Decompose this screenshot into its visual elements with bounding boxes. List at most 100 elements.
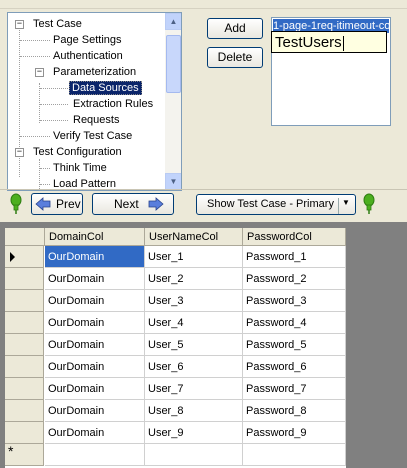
tree-label: Test Case <box>33 18 82 30</box>
tree-node-verify-test-case[interactable]: Verify Test Case <box>51 129 134 144</box>
tree-node-requests[interactable]: Requests <box>71 113 121 128</box>
tree-label: Test Configuration <box>33 146 122 158</box>
scroll-thumb[interactable] <box>166 35 181 93</box>
row-header[interactable] <box>5 290 44 312</box>
grid-cell[interactable]: User_7 <box>145 378 243 400</box>
tree-connector <box>20 40 50 41</box>
divider <box>0 189 407 190</box>
grid-cell[interactable]: User_1 <box>145 246 243 268</box>
navigation-tree[interactable]: − Test Case Page Settings Authentication… <box>7 12 182 191</box>
row-header[interactable] <box>5 422 44 444</box>
tree-connector <box>40 184 50 185</box>
row-header[interactable] <box>5 378 44 400</box>
tree-connector <box>40 88 68 89</box>
tree-connector <box>20 56 50 57</box>
tree-node-data-sources[interactable]: Data Sources <box>69 81 142 96</box>
scroll-down-icon[interactable]: ▼ <box>165 173 181 190</box>
tree-label: Parameterization <box>53 66 137 78</box>
grid-cell[interactable]: OurDomain <box>45 400 145 422</box>
tree-label: Think Time <box>53 162 107 174</box>
tree-connector <box>20 136 50 137</box>
grid-cell[interactable]: OurDomain <box>45 290 145 312</box>
collapse-icon[interactable]: − <box>15 20 24 29</box>
grid-cell[interactable]: Password_9 <box>243 422 346 444</box>
grid-cell[interactable]: User_6 <box>145 356 243 378</box>
lightbulb-icon <box>363 193 375 214</box>
tree-label: Authentication <box>53 50 123 62</box>
grid-cell[interactable]: OurDomain <box>45 268 145 290</box>
grid-cell[interactable]: User_5 <box>145 334 243 356</box>
tree-node-test-configuration[interactable]: − Test Configuration <box>15 145 165 160</box>
grid-cell[interactable]: OurDomain <box>45 356 145 378</box>
new-row-cell[interactable] <box>45 444 145 466</box>
tree-label: Requests <box>73 114 120 126</box>
grid-cell[interactable]: User_2 <box>145 268 243 290</box>
grid-cell[interactable]: Password_1 <box>243 246 346 268</box>
new-row-cell[interactable] <box>243 444 346 466</box>
grid-cell[interactable]: User_3 <box>145 290 243 312</box>
show-test-case-button[interactable]: Show Test Case - Primary ▼ <box>196 194 356 215</box>
grid-cell[interactable]: User_4 <box>145 312 243 334</box>
grid-cell[interactable]: User_8 <box>145 400 243 422</box>
next-label: Next <box>114 197 139 211</box>
grid-cell[interactable]: Password_7 <box>243 378 346 400</box>
grid-cell[interactable]: Password_3 <box>243 290 346 312</box>
next-button[interactable]: Next <box>92 193 174 215</box>
prev-label: Prev <box>56 197 81 211</box>
arrow-right-icon <box>148 197 164 211</box>
tree-node-authentication[interactable]: Authentication <box>51 49 125 64</box>
grid-cell[interactable]: Password_5 <box>243 334 346 356</box>
data-grid[interactable]: DomainCol UserNameCol PasswordCol OurDom… <box>4 228 346 468</box>
row-header[interactable] <box>5 334 44 356</box>
column-header-username[interactable]: UserNameCol <box>145 228 243 246</box>
new-row-icon: * <box>8 443 14 459</box>
delete-button[interactable]: Delete <box>207 47 263 68</box>
dropdown-arrow-icon[interactable]: ▼ <box>342 198 350 207</box>
grid-cell[interactable]: User_9 <box>145 422 243 444</box>
row-header[interactable] <box>5 268 44 290</box>
tree-label: Extraction Rules <box>73 98 154 110</box>
grid-corner <box>5 228 45 246</box>
tree-label: Verify Test Case <box>53 130 133 142</box>
datasource-name-input[interactable]: TestUsers <box>271 31 387 53</box>
show-test-case-label: Show Test Case - Primary <box>207 198 334 210</box>
grid-cell[interactable]: OurDomain <box>45 246 145 268</box>
row-header[interactable] <box>5 400 44 422</box>
lightbulb-icon <box>10 193 22 214</box>
tree-node-page-settings[interactable]: Page Settings <box>51 33 124 48</box>
grid-cell[interactable]: OurDomain <box>45 312 145 334</box>
row-header[interactable] <box>5 246 44 268</box>
current-row-icon <box>10 252 15 262</box>
new-row-cell[interactable] <box>145 444 243 466</box>
tree-node-test-case[interactable]: − Test Case <box>15 17 165 32</box>
collapse-icon[interactable]: − <box>35 68 44 77</box>
grid-cell[interactable]: Password_8 <box>243 400 346 422</box>
grid-cell[interactable]: Password_4 <box>243 312 346 334</box>
column-header-password[interactable]: PasswordCol <box>243 228 346 246</box>
tree-node-parameterization[interactable]: − Parameterization <box>35 65 165 80</box>
top-strip <box>0 0 407 9</box>
grid-cell[interactable]: OurDomain <box>45 378 145 400</box>
tree-label: Page Settings <box>53 34 122 46</box>
tree-connector <box>40 104 68 105</box>
wizard-panel: − Test Case Page Settings Authentication… <box>0 0 407 222</box>
collapse-icon[interactable]: − <box>15 148 24 157</box>
tree-node-think-time[interactable]: Think Time <box>51 161 109 176</box>
grid-cell[interactable]: Password_6 <box>243 356 346 378</box>
prev-button[interactable]: Prev <box>31 193 83 215</box>
arrow-left-icon <box>35 197 51 211</box>
column-header-domain[interactable]: DomainCol <box>45 228 145 246</box>
row-header[interactable] <box>5 356 44 378</box>
grid-cell[interactable]: Password_2 <box>243 268 346 290</box>
add-button[interactable]: Add <box>207 18 263 39</box>
tree-connector <box>40 120 68 121</box>
grid-cell[interactable]: OurDomain <box>45 422 145 444</box>
grid-cell[interactable]: OurDomain <box>45 334 145 356</box>
split-separator <box>338 198 339 214</box>
scroll-up-icon[interactable]: ▲ <box>165 13 181 30</box>
tree-label: Data Sources <box>69 81 142 95</box>
row-header[interactable] <box>5 312 44 334</box>
tree-node-extraction-rules[interactable]: Extraction Rules <box>71 97 155 112</box>
tree-scrollbar[interactable]: ▲ ▼ <box>165 13 181 190</box>
new-row-header[interactable]: * <box>5 443 44 466</box>
